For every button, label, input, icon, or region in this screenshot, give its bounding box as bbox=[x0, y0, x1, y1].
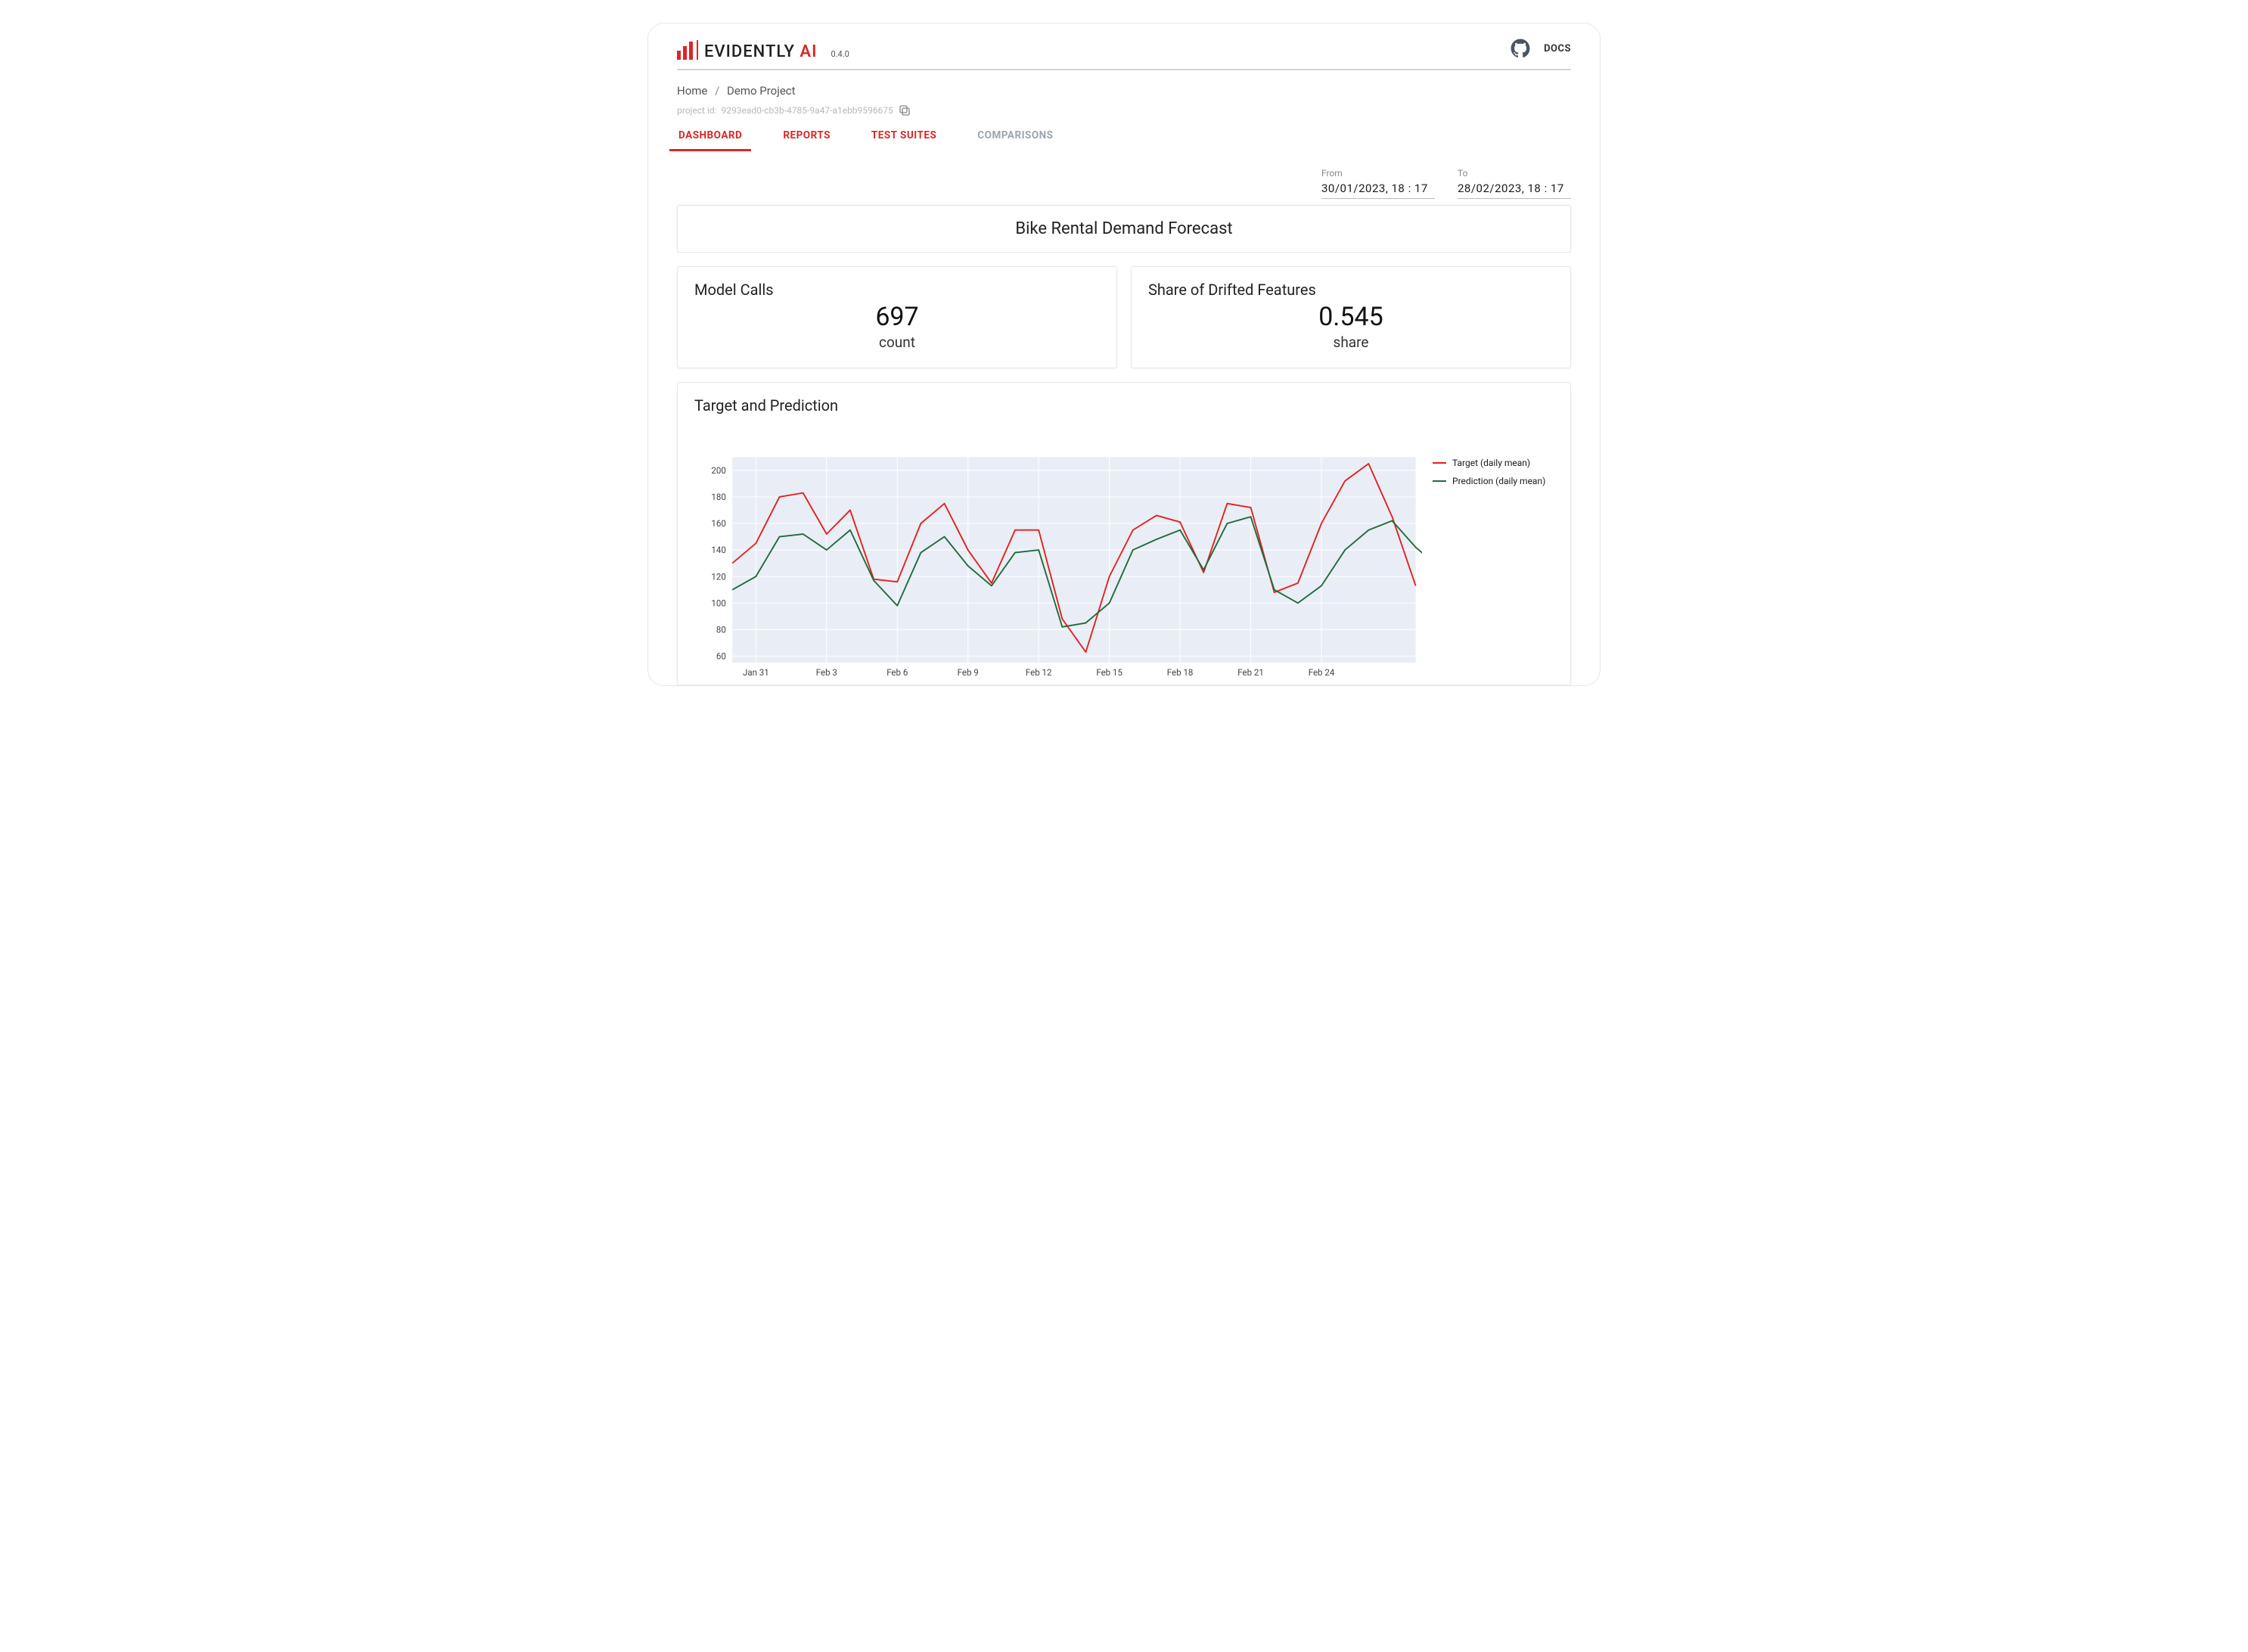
tab-test-suites[interactable]: TEST SUITES bbox=[870, 122, 938, 151]
breadcrumb: Home / Demo Project bbox=[677, 70, 1571, 104]
svg-text:140: 140 bbox=[711, 545, 725, 555]
topbar: EVIDENTLY AI 0.4.0 DOCS bbox=[677, 39, 1571, 70]
tab-reports[interactable]: REPORTS bbox=[781, 122, 832, 151]
breadcrumb-current: Demo Project bbox=[727, 84, 795, 98]
github-icon[interactable] bbox=[1511, 39, 1530, 58]
svg-text:100: 100 bbox=[711, 598, 725, 608]
version-label: 0.4.0 bbox=[824, 49, 849, 61]
legend-target-swatch bbox=[1433, 462, 1446, 464]
legend-prediction[interactable]: Prediction (daily mean) bbox=[1433, 472, 1554, 490]
brand-ai: AI bbox=[795, 42, 817, 61]
metric-drift-title: Share of Drifted Features bbox=[1148, 281, 1554, 299]
svg-text:Feb 18: Feb 18 bbox=[1167, 667, 1194, 678]
dashboard-title: Bike Rental Demand Forecast bbox=[1015, 219, 1232, 238]
logo-bars-icon bbox=[677, 40, 698, 61]
svg-text:Feb 3: Feb 3 bbox=[816, 667, 837, 678]
metric-drift-value: 0.545 bbox=[1148, 302, 1554, 332]
brand-text: EVIDENTLY AI bbox=[704, 42, 817, 61]
date-to-label: To bbox=[1458, 168, 1571, 180]
metric-drift-sub: share bbox=[1148, 334, 1554, 351]
metric-model-calls-title: Model Calls bbox=[694, 281, 1100, 299]
tab-comparisons[interactable]: COMPARISONS bbox=[976, 122, 1054, 151]
project-id-value: 9293ead0-cb3b-4785-9a47-a1ebb9596675 bbox=[722, 105, 893, 116]
chart-title: Target and Prediction bbox=[694, 396, 1554, 415]
breadcrumb-home[interactable]: Home bbox=[677, 84, 707, 98]
date-from-field[interactable]: From 30/01/2023, 18 : 17 bbox=[1321, 168, 1435, 199]
chart-legend: Target (daily mean) Prediction (daily me… bbox=[1433, 452, 1554, 490]
svg-text:Feb 9: Feb 9 bbox=[958, 667, 979, 678]
svg-text:Jan 31: Jan 31 bbox=[743, 667, 769, 678]
copy-icon[interactable] bbox=[898, 104, 911, 117]
legend-prediction-label: Prediction (daily mean) bbox=[1452, 472, 1545, 490]
brand: EVIDENTLY AI 0.4.0 bbox=[677, 40, 849, 61]
svg-text:160: 160 bbox=[711, 518, 725, 529]
svg-text:120: 120 bbox=[711, 571, 725, 582]
svg-text:60: 60 bbox=[716, 651, 726, 662]
svg-text:Feb 6: Feb 6 bbox=[886, 667, 908, 678]
app-window: EVIDENTLY AI 0.4.0 DOCS Home / Demo Proj… bbox=[647, 23, 1601, 686]
metric-model-calls-sub: count bbox=[694, 334, 1100, 351]
date-to-value[interactable]: 28/02/2023, 18 : 17 bbox=[1458, 180, 1571, 199]
svg-text:Feb 21: Feb 21 bbox=[1237, 667, 1264, 678]
docs-link[interactable]: DOCS bbox=[1544, 43, 1571, 54]
chart-panel: Target and Prediction 60 80 100 120 140 160 18… bbox=[677, 382, 1571, 685]
dashboard-title-panel: Bike Rental Demand Forecast bbox=[677, 205, 1571, 253]
legend-target-label: Target (daily mean) bbox=[1452, 454, 1530, 472]
metric-model-calls: Model Calls 697 count bbox=[677, 266, 1117, 368]
brand-name: EVIDENTLY bbox=[704, 42, 795, 61]
top-actions: DOCS bbox=[1511, 39, 1571, 61]
legend-prediction-swatch bbox=[1433, 480, 1446, 483]
svg-text:Feb 24: Feb 24 bbox=[1309, 667, 1335, 678]
date-to-field[interactable]: To 28/02/2023, 18 : 17 bbox=[1458, 168, 1571, 199]
brand-logo: EVIDENTLY AI bbox=[677, 40, 817, 61]
chart-plot[interactable]: 60 80 100 120 140 160 180 200 Jan 31 Feb 3 Feb 6 Fe… bbox=[694, 452, 1422, 685]
metric-model-calls-value: 697 bbox=[694, 302, 1100, 332]
svg-text:200: 200 bbox=[711, 465, 725, 476]
project-id-label: project id: bbox=[677, 105, 717, 116]
project-id-row: project id: 9293ead0-cb3b-4785-9a47-a1eb… bbox=[677, 104, 1571, 122]
date-from-value[interactable]: 30/01/2023, 18 : 17 bbox=[1321, 180, 1435, 199]
metric-drift: Share of Drifted Features 0.545 share bbox=[1131, 266, 1571, 368]
svg-text:Feb 12: Feb 12 bbox=[1026, 667, 1052, 678]
svg-text:180: 180 bbox=[711, 492, 725, 502]
date-from-label: From bbox=[1321, 168, 1435, 180]
breadcrumb-sep: / bbox=[710, 84, 724, 98]
tab-dashboard[interactable]: DASHBOARD bbox=[677, 122, 744, 151]
metrics-row: Model Calls 697 count Share of Drifted F… bbox=[677, 266, 1571, 368]
date-range: From 30/01/2023, 18 : 17 To 28/02/2023, … bbox=[677, 151, 1571, 205]
svg-text:80: 80 bbox=[716, 624, 726, 635]
tabs: DASHBOARD REPORTS TEST SUITES COMPARISON… bbox=[677, 122, 1571, 151]
svg-text:Feb 15: Feb 15 bbox=[1096, 667, 1122, 678]
legend-target[interactable]: Target (daily mean) bbox=[1433, 454, 1554, 472]
